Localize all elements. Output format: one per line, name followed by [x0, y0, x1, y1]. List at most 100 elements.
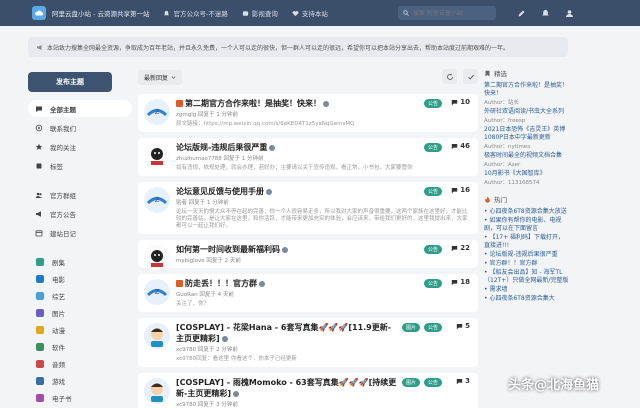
hot-item[interactable]: • 心四夜条6T8资源合集大 [484, 295, 570, 303]
sidebar-category[interactable]: 软件 [28, 338, 132, 355]
hot-item[interactable]: • 心四夜条6T8资源合集大放送 [484, 208, 570, 216]
topic-card[interactable]: Z 防走丢！！！官方群 GuoRan 回复于 4 天前 关注了，你？ 公告 18 [138, 274, 478, 312]
tag-badge[interactable]: 公告 [423, 245, 442, 254]
svg-text:Z: Z [155, 288, 160, 296]
topic-excerpt: 原文链接：https://mp.weixin.qq.com/s/6eKED4T1… [176, 121, 355, 127]
topic-card[interactable]: 如何第一时间收到最新福利码 mybiglove 回复于 2 天前 公告 22 [138, 240, 478, 271]
topic-excerpt: 论坛一天天的慢大众不停在起的完善，你一个人很容易走多，所以我对大家的声音很重要，… [176, 209, 468, 229]
tag-badge[interactable]: 公告 [423, 143, 442, 152]
category-color-icon [36, 393, 44, 402]
bell-icon[interactable] [538, 6, 552, 20]
refresh-button[interactable] [442, 69, 457, 84]
search-box[interactable] [398, 6, 496, 20]
topic-title-text: 第二期官方合作来啦！是抽奖！快来！ [185, 99, 321, 108]
featured-item[interactable]: 极客时间最全的视频文档合集 [484, 152, 570, 160]
unread-dot-icon [232, 390, 239, 397]
hot-item[interactable]: • 【船友会出品】知 - 海军TL（12T+）只做全网最新/完整版 [484, 269, 570, 285]
avatar[interactable]: Z [144, 187, 170, 213]
sidebar-item-build-diary[interactable]: 建站日记 [28, 224, 132, 241]
bookmark-icon [485, 70, 490, 76]
topic-title-text: [COSPLAY] - 花梁Hana - 6套写真集🚀🚀🚀[11.9更新-主页更… [176, 323, 392, 343]
left-sidebar: 发布主题 全部主题 联系我们 我的关注 标签 官方群组 官方公告 建站日记 剧集… [28, 72, 132, 406]
topic-list: 最新回复 Z 第二期官方合作来啦！是抽奖！快来！ zgmglg 回复于 1 分钟前原… [138, 66, 478, 408]
mark-read-button[interactable] [463, 69, 478, 84]
reply-count: 16 [451, 186, 470, 194]
sidebar-category[interactable]: 综艺 [28, 287, 132, 304]
topic-card[interactable]: 论坛版规-违规后果很严重 zhuzhumao7788 回复于 1 分钟前 如有违规，… [138, 138, 478, 176]
tag-badge[interactable]: 公告 [423, 378, 442, 387]
new-topic-button[interactable]: 发布主题 [28, 72, 112, 92]
sidebar-item-all-topics[interactable]: 全部主题 [28, 100, 132, 117]
sidebar-item-tags[interactable]: 标签 [28, 157, 132, 174]
avatar[interactable] [144, 378, 170, 404]
sticky-icon [176, 100, 183, 107]
featured-item[interactable]: 第二期官方合作来啦！是抽奖！快来！ [484, 82, 570, 98]
sort-dropdown[interactable]: 最新回复 [138, 69, 183, 85]
site-logo[interactable] [32, 6, 46, 20]
sidebar-category[interactable]: 动漫 [28, 321, 132, 338]
tag-badge[interactable]: 图片 [401, 323, 420, 332]
chat-icon [36, 106, 42, 112]
avatar[interactable]: Z [144, 279, 170, 305]
avatar[interactable]: Z [144, 99, 170, 125]
sidebar-category[interactable]: 图片 [28, 304, 132, 321]
sidebar-category[interactable]: 剧集 [28, 253, 132, 270]
sidebar-item-announcements[interactable]: 官方公告 [28, 205, 132, 222]
cloud-icon [35, 10, 44, 16]
tag-badge[interactable]: 公告 [423, 99, 442, 108]
category-color-icon [36, 342, 44, 351]
unread-dot-icon [259, 280, 265, 287]
sidebar-item-contact[interactable]: 联系我们 [28, 119, 132, 136]
unread-dot-icon [282, 246, 288, 253]
nav-movie-search[interactable]: 影视查询 [242, 8, 278, 18]
sidebar-item-official-group[interactable]: 官方群组 [28, 186, 132, 203]
category-label: 游戏 [52, 377, 65, 386]
heart-icon [292, 10, 299, 16]
nav-support[interactable]: 支持本站 [292, 8, 328, 18]
reply-count: 3 [456, 377, 470, 385]
star-icon [35, 143, 43, 150]
hot-item[interactable]: • 论坛版规-违规后果很严重 [484, 251, 570, 259]
topic-title-text: 防走丢！！！官方群 [185, 279, 257, 288]
topic-card[interactable]: [COSPLAY] - 雨槐Momoko - 63套写真集🚀🚀🚀[持续更新-主页… [138, 373, 478, 408]
sidebar-item-following[interactable]: 我的关注 [28, 138, 132, 155]
user-icon[interactable] [562, 6, 576, 20]
sidebar-category[interactable]: 音频 [28, 355, 132, 372]
topic-card[interactable]: [COSPLAY] - 花梁Hana - 6套写真集🚀🚀🚀[11.9更新-主页更… [138, 318, 478, 367]
unread-dot-icon [323, 100, 329, 107]
sidebar-category[interactable]: 游戏 [28, 372, 132, 389]
watermark: 头条@北海鱼猫 [508, 378, 600, 393]
featured-item[interactable]: 外研社双语阅读/书虫大全系列 [484, 108, 570, 116]
sidebar-category[interactable]: 电影 [28, 270, 132, 287]
search-input[interactable] [413, 9, 493, 17]
category-label: 电影 [52, 275, 65, 284]
category-color-icon [36, 325, 44, 334]
tag-badge[interactable]: 公告 [423, 187, 442, 196]
nav-official-account[interactable]: 官方公众号-不迷路 [163, 8, 228, 18]
edit-icon[interactable] [514, 6, 528, 20]
category-color-icon [36, 291, 44, 300]
tag-badge[interactable]: 公告 [423, 279, 442, 288]
site-title[interactable]: 阿里云盘小站 - 云资源共享第一站 [52, 8, 149, 18]
hot-item[interactable]: • 【17+ 福利码】下载打开，直接进!!! [484, 234, 570, 250]
tag-badge[interactable]: 图片 [401, 378, 420, 387]
reply-count-value: 16 [460, 186, 470, 194]
topic-card[interactable]: Z 论坛意见反馈与使用手册 贴者 回复于 1 分钟前 论坛一天天的慢大众不停在起的完善… [138, 182, 478, 234]
featured-item[interactable]: 10月影书《大国智库》 [484, 170, 570, 178]
hot-item[interactable]: • 官方群！！官方群 [484, 260, 570, 268]
featured-item[interactable]: 2021日本恐怖《吉灵王》英博1080P日本中字最新更新 [484, 126, 570, 142]
hot-item[interactable]: • 需求墙 [484, 286, 570, 294]
tag-badge[interactable]: 公告 [423, 323, 442, 332]
hot-item[interactable]: • 如果你有帮你的电影、电视剧，可以在下面留言 [484, 217, 570, 233]
category-color-icon [36, 359, 44, 368]
comment-icon [456, 378, 463, 384]
topic-card[interactable]: Z 第二期官方合作来啦！是抽奖！快来！ zgmglg 回复于 1 分钟前 原文链接：h… [138, 94, 478, 132]
avatar[interactable] [144, 143, 170, 169]
sidebar-category[interactable]: 电子书 [28, 389, 132, 406]
top-nav: 阿里云盘小站 - 云资源共享第一站 官方公众号-不迷路 影视查询 支持本站 [0, 0, 640, 26]
site-notice: 本站致力搜集全网最全资源，争取成为百年老站，并且永久免费，一个人可以走的很快，但… [28, 37, 568, 57]
reply-count-value: 22 [460, 244, 470, 252]
search-icon [403, 10, 409, 16]
avatar[interactable] [144, 245, 170, 271]
avatar[interactable] [144, 323, 170, 349]
